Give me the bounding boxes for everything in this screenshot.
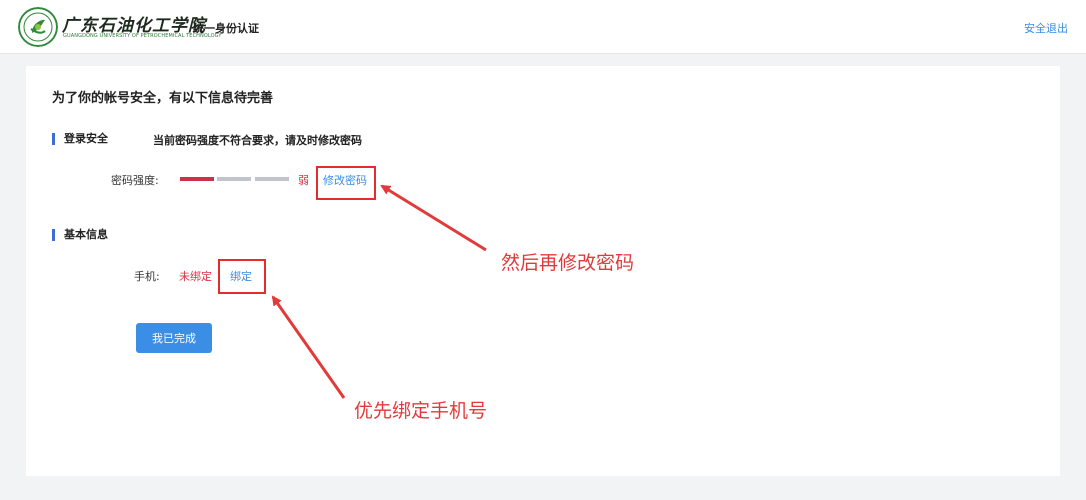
arrow-to-change-password bbox=[380, 184, 487, 252]
arrow-to-bind-phone bbox=[271, 295, 346, 399]
annotation-step1: 优先绑定手机号 bbox=[354, 400, 488, 422]
annotation-step2: 然后再修改密码 bbox=[501, 252, 635, 274]
